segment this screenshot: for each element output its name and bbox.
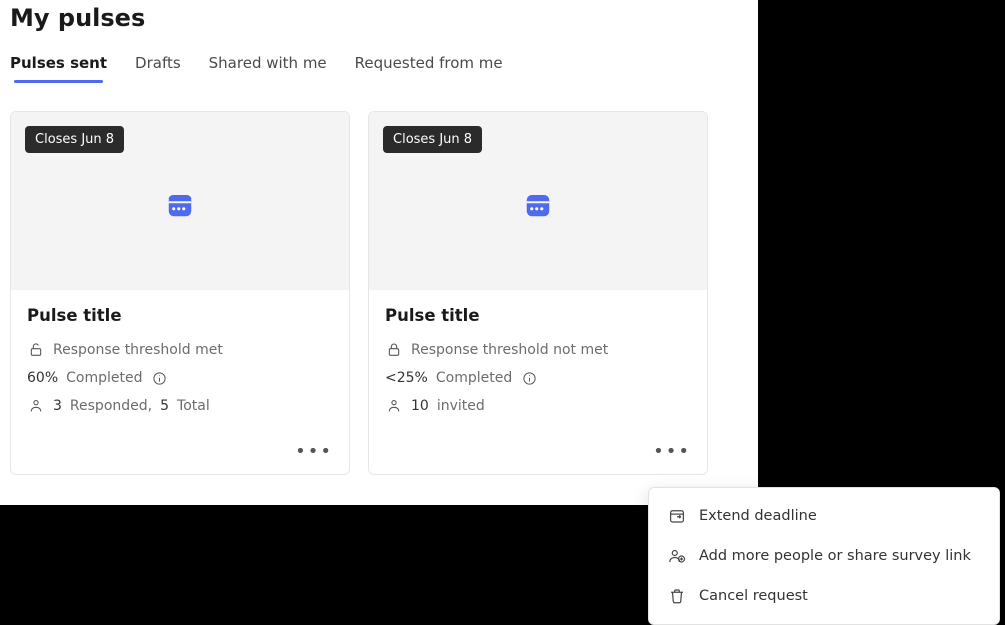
menu-item-extend-deadline[interactable]: Extend deadline [649, 496, 999, 536]
pulse-card[interactable]: Closes Jun 8 Pulse title [368, 111, 708, 475]
people-a-num: 10 [411, 398, 429, 414]
threshold-text: Response threshold not met [411, 342, 608, 358]
more-horizontal-icon: ••• [653, 441, 691, 462]
card-context-menu: Extend deadline Add more people or share… [648, 487, 1000, 625]
card-more-button[interactable]: ••• [369, 435, 707, 474]
tab-requested-from-me[interactable]: Requested from me [355, 54, 503, 82]
card-body: Pulse title Response threshold not met <… [369, 290, 707, 435]
people-row: 3 Responded, 5 Total [27, 397, 333, 415]
card-body: Pulse title Response threshold met 60% C… [11, 290, 349, 435]
tab-shared-with-me[interactable]: Shared with me [209, 54, 327, 82]
threshold-row: Response threshold not met [385, 341, 691, 359]
card-title: Pulse title [385, 306, 691, 325]
page-title: My pulses [10, 0, 748, 54]
menu-item-label: Add more people or share survey link [699, 548, 971, 564]
tab-label: Shared with me [209, 54, 327, 72]
menu-item-label: Extend deadline [699, 508, 817, 524]
people-b-label: Total [177, 398, 210, 414]
menu-item-label: Cancel request [699, 588, 808, 604]
tab-label: Pulses sent [10, 54, 107, 72]
progress-row: <25% Completed [385, 369, 691, 387]
tab-label: Drafts [135, 54, 181, 72]
info-icon[interactable] [150, 369, 168, 387]
tabs: Pulses sent Drafts Shared with me Reques… [10, 54, 748, 83]
closes-badge: Closes Jun 8 [383, 126, 482, 153]
pulse-card[interactable]: Closes Jun 8 Pulse title [10, 111, 350, 475]
people-a-num: 3 [53, 398, 62, 414]
card-cover: Closes Jun 8 [369, 112, 707, 290]
threshold-text: Response threshold met [53, 342, 223, 358]
card-more-button[interactable]: ••• [11, 435, 349, 474]
card-title: Pulse title [27, 306, 333, 325]
lock-icon [385, 341, 403, 359]
closes-badge: Closes Jun 8 [25, 126, 124, 153]
tab-label: Requested from me [355, 54, 503, 72]
progress-value: <25% [385, 370, 428, 386]
people-b-num: 5 [160, 398, 169, 414]
person-icon [27, 397, 45, 415]
tab-drafts[interactable]: Drafts [135, 54, 181, 82]
trash-icon [667, 586, 687, 606]
people-a-label: Responded, [70, 398, 152, 414]
calendar-arrow-icon [667, 506, 687, 526]
card-cover: Closes Jun 8 [11, 112, 349, 290]
unlock-icon [27, 341, 45, 359]
progress-label: Completed [436, 370, 512, 386]
menu-item-cancel-request[interactable]: Cancel request [649, 576, 999, 616]
more-horizontal-icon: ••• [295, 441, 333, 462]
progress-label: Completed [66, 370, 142, 386]
app-viewport: My pulses Pulses sent Drafts Shared with… [0, 0, 758, 505]
cards-container: Closes Jun 8 Pulse title [10, 111, 748, 475]
progress-row: 60% Completed [27, 369, 333, 387]
person-icon [385, 397, 403, 415]
people-a-label: invited [437, 398, 485, 414]
calendar-week-icon [165, 190, 195, 224]
threshold-row: Response threshold met [27, 341, 333, 359]
people-add-icon [667, 546, 687, 566]
progress-value: 60% [27, 370, 58, 386]
calendar-week-icon [523, 190, 553, 224]
menu-item-add-people[interactable]: Add more people or share survey link [649, 536, 999, 576]
info-icon[interactable] [520, 369, 538, 387]
tab-pulses-sent[interactable]: Pulses sent [10, 54, 107, 82]
people-row: 10 invited [385, 397, 691, 415]
